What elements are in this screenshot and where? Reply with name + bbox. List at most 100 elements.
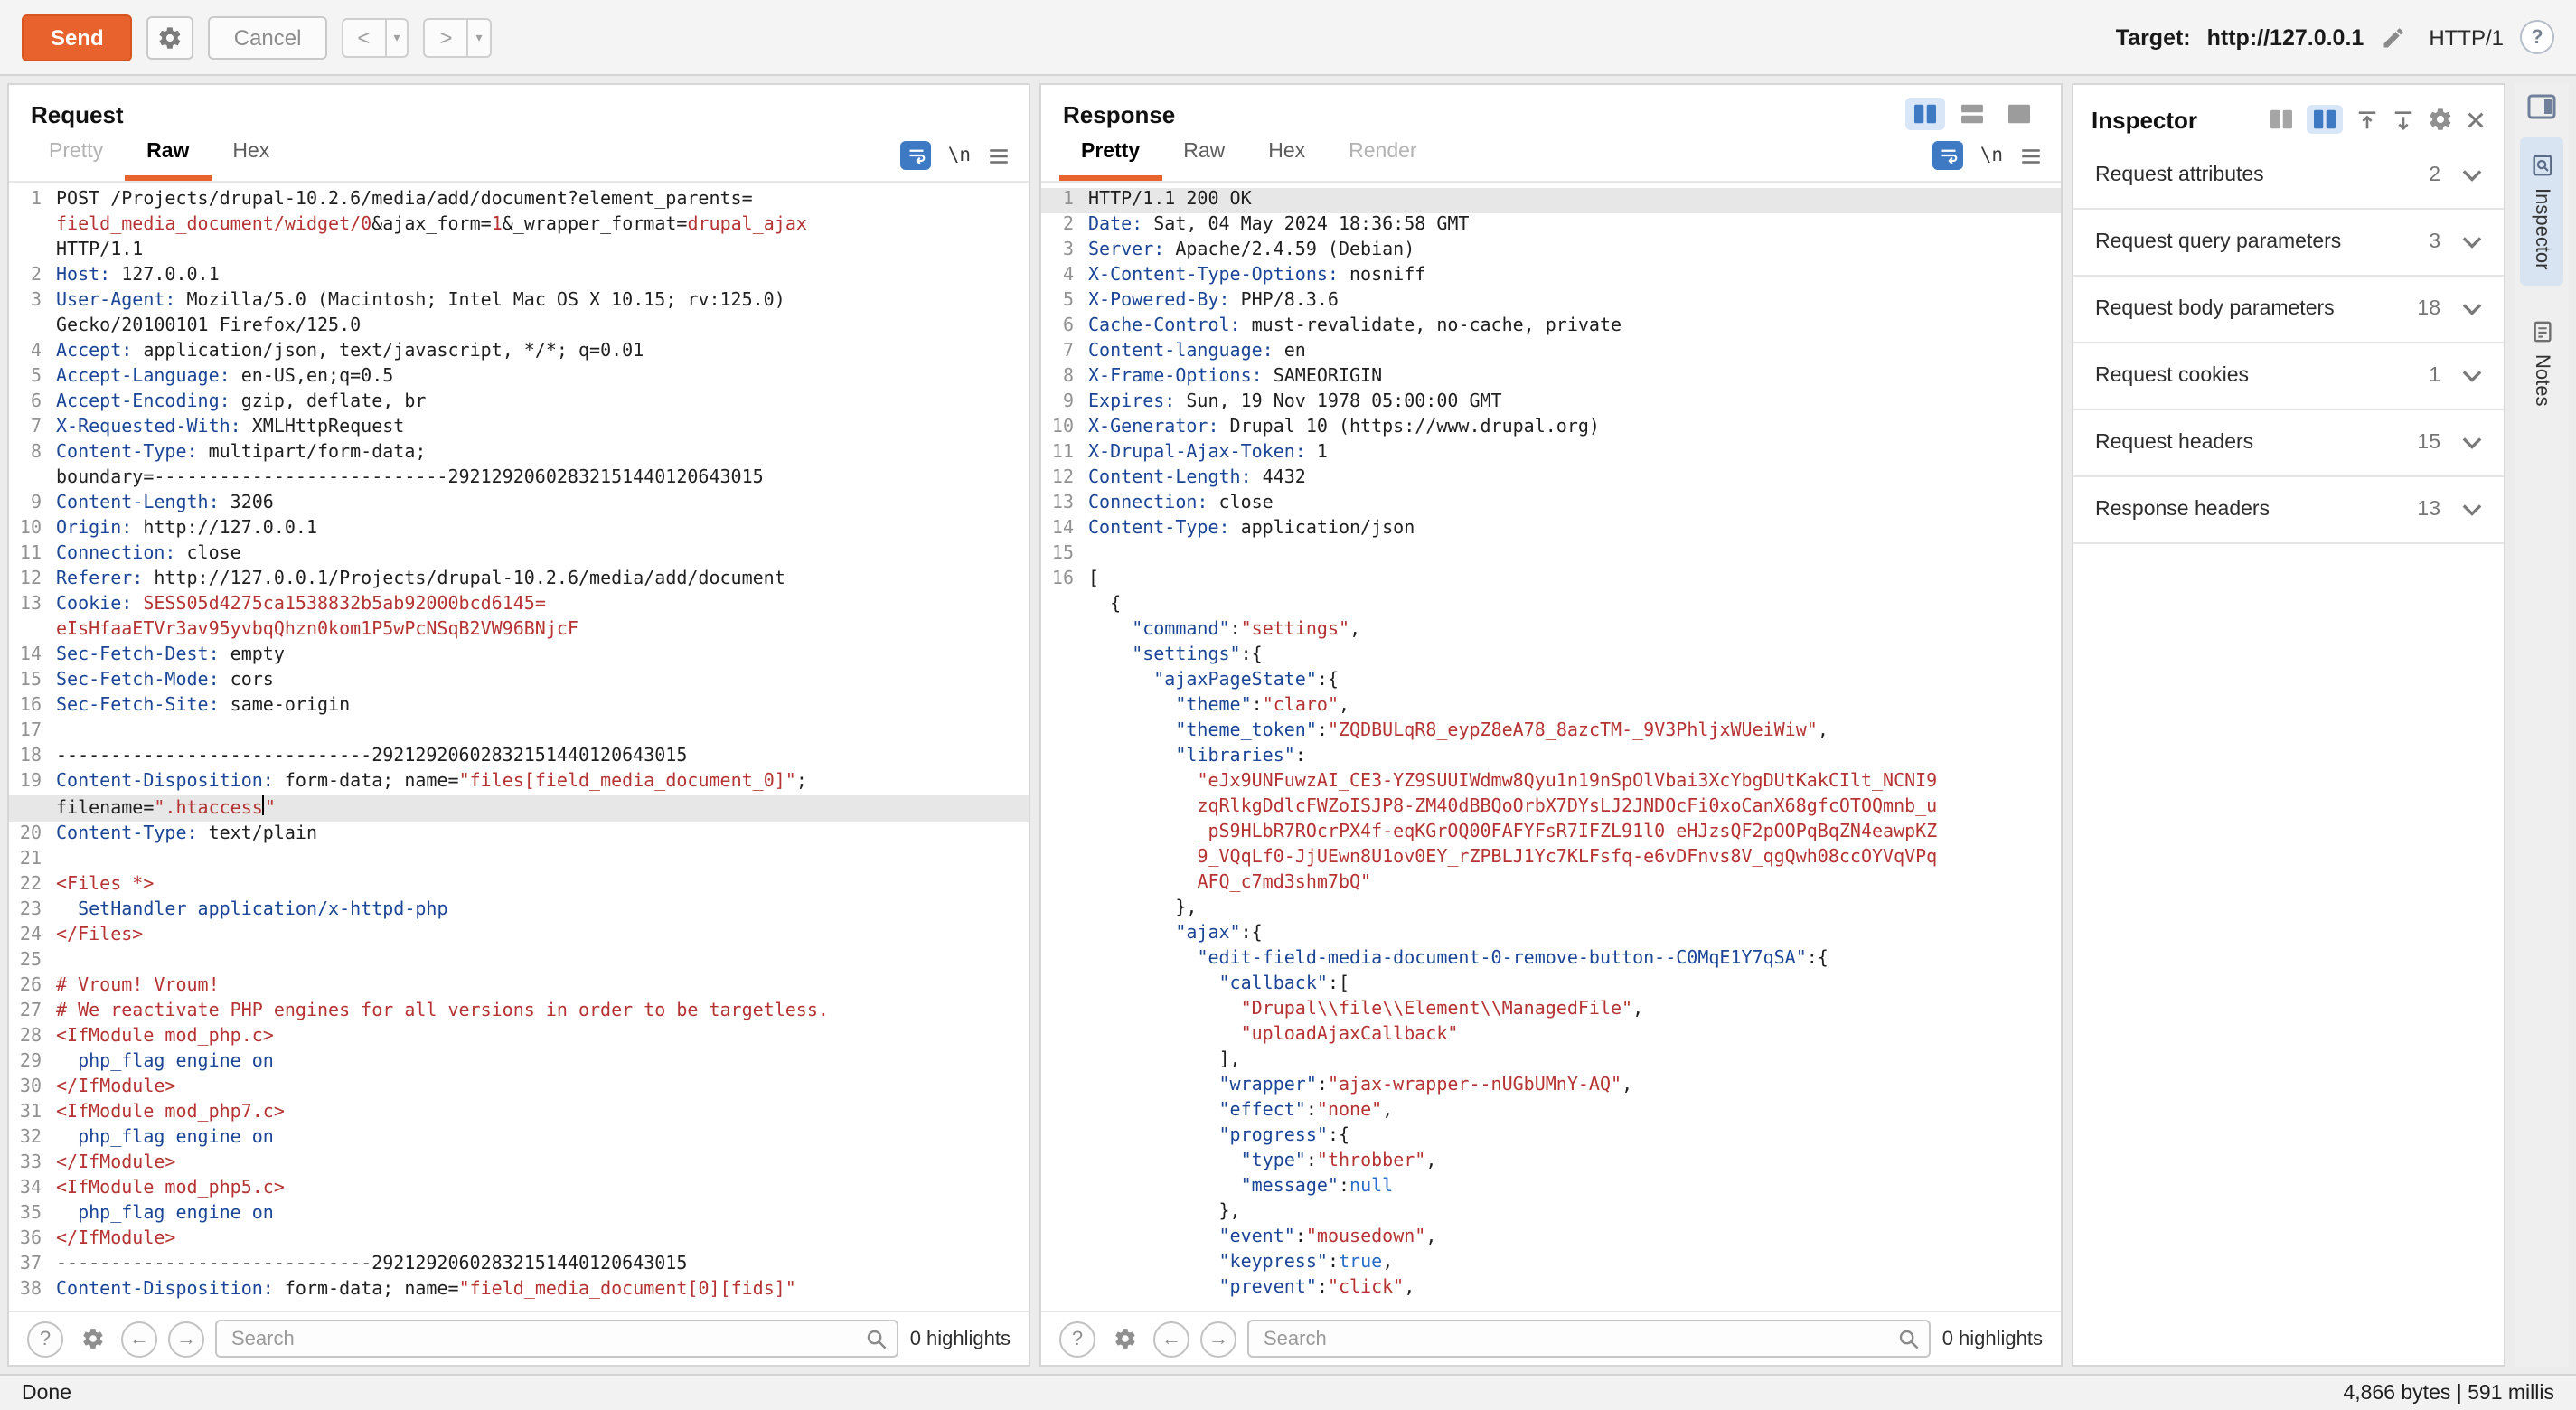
line-number <box>9 618 56 644</box>
code-row: "ajax":{ <box>1041 922 2061 947</box>
next-match-icon[interactable]: → <box>168 1321 204 1357</box>
code-row: 10X-Generator: Drupal 10 (https://www.dr… <box>1041 416 2061 441</box>
notes-tab-icon <box>2530 321 2553 344</box>
code-row: 17 <box>9 719 1029 745</box>
editor-menu-icon[interactable] <box>987 144 1011 167</box>
line-number <box>1041 1150 1088 1175</box>
code-segment: en-US,en;q=0.5 <box>230 367 394 387</box>
collapse-all-icon[interactable] <box>2355 108 2379 131</box>
edit-target-button[interactable] <box>2380 24 2405 50</box>
search-help-icon[interactable]: ? <box>27 1321 63 1357</box>
side-tab-inspector[interactable]: Inspector <box>2520 137 2563 287</box>
layout-single-icon[interactable] <box>1999 98 2039 130</box>
layout-rows-icon[interactable] <box>1952 98 1992 130</box>
send-settings-button[interactable] <box>147 15 194 59</box>
line-number: 5 <box>1041 289 1088 315</box>
back-icon[interactable]: < <box>341 17 386 57</box>
code-segment: "wrapper" <box>1219 1076 1317 1095</box>
code-segment: X-Drupal-Ajax-Token: <box>1088 443 1306 463</box>
close-inspector-icon[interactable] <box>2466 109 2486 129</box>
http-version-label[interactable]: HTTP/1 <box>2429 24 2504 50</box>
code-row: 33</IfModule> <box>9 1152 1029 1177</box>
next-match-icon[interactable]: → <box>1200 1321 1236 1357</box>
request-search-wrap <box>215 1320 899 1358</box>
line-number: 6 <box>9 390 56 416</box>
previous-match-icon[interactable]: ← <box>1153 1321 1189 1357</box>
code-segment: , <box>1425 1227 1436 1247</box>
inspector-section-request-body-parameters[interactable]: Request body parameters 18 <box>2073 277 2504 343</box>
code-text: HTTP/1.1 200 OK <box>1088 188 2061 213</box>
code-text: zqRlkgDdlcFWZoISJP8-ZM40dBBQoOrbX7DYsLJ2… <box>1088 795 2061 821</box>
cancel-button[interactable]: Cancel <box>209 15 327 59</box>
request-editor[interactable]: 1POST /Projects/drupal-10.2.6/media/add/… <box>9 183 1029 1311</box>
inspector-section-request-attributes[interactable]: Request attributes 2 <box>2073 143 2504 210</box>
side-strip: Inspector Notes <box>2515 83 2569 1367</box>
code-segment: Content-Length: <box>1088 468 1252 488</box>
inspector-layout-selected-icon[interactable] <box>2307 105 2343 134</box>
code-text: field_media_document/widget/0&ajax_form=… <box>56 213 1029 239</box>
inspector-section-request-cookies[interactable]: Request cookies 1 <box>2073 343 2504 410</box>
code-segment: zqRlkgDdlcFWZoISJP8-ZM40dBBQoOrbX7DYsLJ2… <box>1197 797 1937 817</box>
dock-panel-icon[interactable] <box>2527 94 2556 119</box>
help-icon[interactable]: ? <box>2520 20 2554 54</box>
back-dropdown-icon[interactable]: ▾ <box>386 17 409 57</box>
previous-match-icon[interactable]: ← <box>121 1321 157 1357</box>
search-settings-icon[interactable] <box>1106 1321 1142 1357</box>
code-segment: :{ <box>1807 949 1829 969</box>
code-segment: </IfModule> <box>56 1153 175 1173</box>
show-nonprintable-icon[interactable]: \n <box>1980 145 2003 166</box>
code-segment: "command" <box>1132 620 1229 640</box>
inspector-section-request-headers[interactable]: Request headers 15 <box>2073 410 2504 477</box>
code-segment <box>1088 1227 1219 1247</box>
inspector-section-response-headers[interactable]: Response headers 13 <box>2073 477 2504 544</box>
inspector-layout-columns-icon[interactable] <box>2269 108 2294 130</box>
forward-dropdown-icon[interactable]: ▾ <box>469 17 492 57</box>
expand-all-icon[interactable] <box>2392 108 2415 131</box>
code-row: 9Expires: Sun, 19 Nov 1978 05:00:00 GMT <box>1041 390 2061 416</box>
code-row: 4X-Content-Type-Options: nosniff <box>1041 264 2061 289</box>
code-row: "theme_token":"ZQDBULqR8_eypZ8eA78_8azcT… <box>1041 719 2061 745</box>
line-number: 7 <box>1041 340 1088 365</box>
layout-columns-icon[interactable] <box>1905 98 1945 130</box>
search-help-icon[interactable]: ? <box>1059 1321 1095 1357</box>
word-wrap-icon[interactable] <box>1933 141 1964 170</box>
code-segment: X-Frame-Options: <box>1088 367 1263 387</box>
tab-pretty[interactable]: Pretty <box>1059 130 1161 181</box>
code-segment: php_flag engine on <box>78 1204 274 1224</box>
response-search-input[interactable] <box>1247 1320 1932 1358</box>
code-row: 25 <box>9 949 1029 974</box>
code-segment: 127.0.0.1 <box>110 266 219 286</box>
tab-hex[interactable]: Hex <box>211 130 291 181</box>
code-segment: -----------------------------29212920602… <box>56 1255 687 1274</box>
inspector-settings-icon[interactable] <box>2428 107 2453 132</box>
history-back-button[interactable]: <▾ <box>341 17 409 57</box>
show-nonprintable-icon[interactable]: \n <box>948 145 971 166</box>
tab-pretty[interactable]: Pretty <box>27 130 125 181</box>
tab-raw[interactable]: Raw <box>125 130 211 181</box>
inspector-section-request-query-parameters[interactable]: Request query parameters 3 <box>2073 210 2504 277</box>
response-editor[interactable]: 1HTTP/1.1 200 OK2Date: Sat, 04 May 2024 … <box>1041 183 2061 1311</box>
code-text: Sec-Fetch-Mode: cors <box>56 669 1029 694</box>
code-text <box>56 949 1029 974</box>
side-tab-notes[interactable]: Notes <box>2520 305 2563 424</box>
tab-render[interactable]: Render <box>1327 130 1438 181</box>
tab-hex[interactable]: Hex <box>1246 130 1327 181</box>
code-text: Cookie: SESS05d4275ca1538832b5ab92000bcd… <box>56 593 1029 618</box>
line-number: 2 <box>1041 213 1088 239</box>
chevron-down-icon <box>2462 235 2482 249</box>
editor-menu-icon[interactable] <box>2019 144 2043 167</box>
search-settings-icon[interactable] <box>74 1321 110 1357</box>
forward-icon[interactable]: > <box>423 17 468 57</box>
send-button[interactable]: Send <box>22 14 133 61</box>
history-forward-button[interactable]: >▾ <box>423 17 491 57</box>
code-row: 7Content-language: en <box>1041 340 2061 365</box>
word-wrap-icon[interactable] <box>901 141 932 170</box>
status-bar: Done 4,866 bytes | 591 millis <box>0 1374 2576 1410</box>
tab-raw[interactable]: Raw <box>1161 130 1246 181</box>
code-segment: SESS05d4275ca1538832b5ab92000bcd6145= <box>132 595 546 615</box>
main-area: Request Pretty Raw Hex \n 1POST /Project… <box>0 76 2576 1374</box>
line-number: 14 <box>9 644 56 669</box>
code-text: -----------------------------29212920602… <box>56 745 1029 770</box>
request-search-input[interactable] <box>215 1320 899 1358</box>
line-number: 28 <box>9 1025 56 1050</box>
